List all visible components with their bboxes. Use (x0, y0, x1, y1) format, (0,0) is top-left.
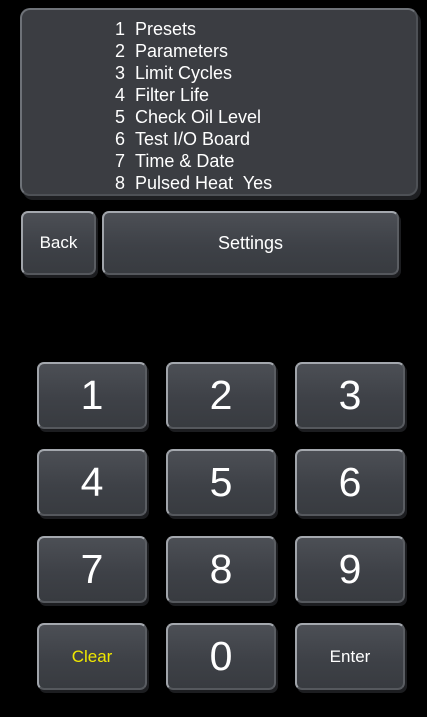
menu-item-number: 6 (115, 129, 126, 149)
key-label: 2 (209, 372, 233, 418)
enter-label: Enter (329, 646, 371, 666)
key-0-button[interactable]: 0 (166, 623, 276, 690)
menu-item-limit-cycles[interactable]: 3 Limit Cycles (115, 62, 272, 84)
key-2-button[interactable]: 2 (166, 362, 276, 429)
menu-item-pulsed-heat[interactable]: 8 Pulsed Heat Yes (115, 172, 272, 194)
key-4-button[interactable]: 4 (37, 449, 147, 516)
back-button-label: Back (39, 233, 78, 252)
menu-item-parameters[interactable]: 2 Parameters (115, 40, 272, 62)
key-label: 9 (338, 546, 362, 592)
menu-item-filter-life[interactable]: 4 Filter Life (115, 84, 272, 106)
enter-button[interactable]: Enter (295, 623, 405, 690)
menu-panel: 1 Presets 2 Parameters 3 Limit Cycles 4 Filt… (20, 8, 418, 196)
menu-item-label: Check Oil Level (135, 107, 262, 127)
back-button[interactable]: Back (21, 211, 96, 275)
menu-item-label: Time & Date (135, 151, 235, 171)
menu-item-label: Filter Life (135, 85, 210, 105)
menu-item-presets[interactable]: 1 Presets (115, 18, 272, 40)
menu-item-check-oil-level[interactable]: 5 Check Oil Level (115, 106, 272, 128)
key-8-button[interactable]: 8 (166, 536, 276, 603)
key-label: 8 (209, 546, 233, 592)
settings-title: Settings (102, 211, 399, 275)
menu-item-label: Limit Cycles (135, 63, 233, 83)
clear-label: Clear (71, 646, 113, 666)
menu-item-test-io-board[interactable]: 6 Test I/O Board (115, 128, 272, 150)
page-title: Settings (217, 232, 284, 253)
key-label: 0 (209, 633, 233, 679)
key-3-button[interactable]: 3 (295, 362, 405, 429)
key-label: 1 (80, 372, 104, 418)
menu-item-label: Parameters (135, 41, 229, 61)
menu-item-time-date[interactable]: 7 Time & Date (115, 150, 272, 172)
key-label: 7 (80, 546, 104, 592)
menu-item-number: 1 (115, 19, 126, 39)
menu-list: 1 Presets 2 Parameters 3 Limit Cycles 4 Filt… (115, 18, 272, 194)
key-label: 3 (338, 372, 362, 418)
key-label: 5 (209, 459, 233, 505)
menu-item-number: 7 (115, 151, 126, 171)
menu-item-number: 8 (115, 173, 126, 193)
key-label: 6 (338, 459, 362, 505)
key-7-button[interactable]: 7 (37, 536, 147, 603)
key-6-button[interactable]: 6 (295, 449, 405, 516)
menu-item-number: 3 (115, 63, 126, 83)
clear-button[interactable]: Clear (37, 623, 147, 690)
menu-item-label: Presets (135, 19, 197, 39)
key-label: 4 (80, 459, 104, 505)
menu-item-label: Test I/O Board (135, 129, 251, 149)
key-5-button[interactable]: 5 (166, 449, 276, 516)
menu-item-number: 4 (115, 85, 126, 105)
key-9-button[interactable]: 9 (295, 536, 405, 603)
menu-item-number: 2 (115, 41, 126, 61)
menu-item-number: 5 (115, 107, 126, 127)
key-1-button[interactable]: 1 (37, 362, 147, 429)
menu-item-label: Pulsed Heat Yes (135, 173, 273, 193)
